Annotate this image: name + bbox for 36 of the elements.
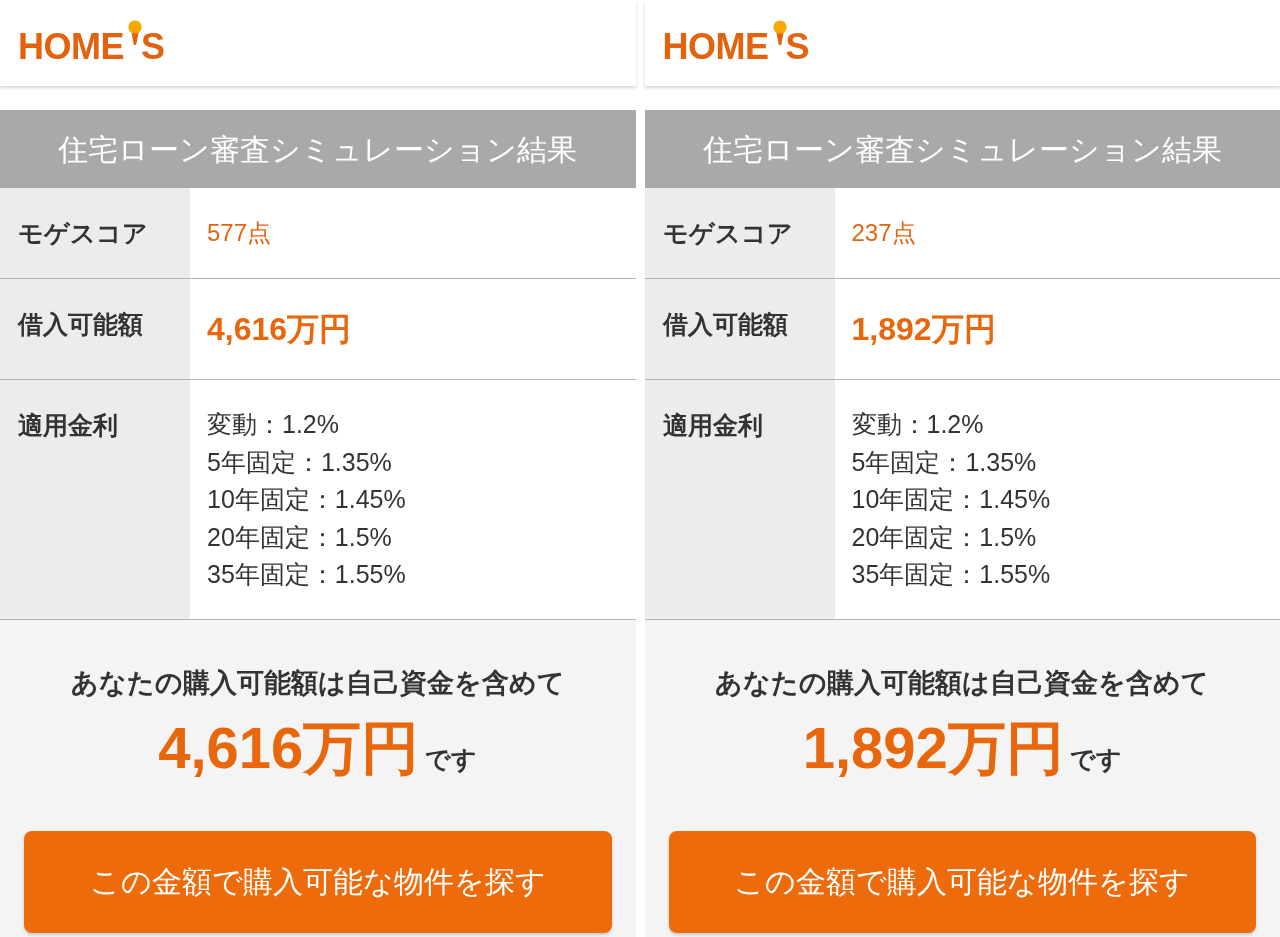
purchase-amount: 1,892万円: [802, 715, 1064, 780]
interest-rate-text: 5年固定：1.35%: [851, 447, 1037, 476]
row-label: 適用金利: [662, 411, 763, 439]
interest-rate-text: 5年固定：1.35%: [207, 447, 392, 476]
search-properties-button[interactable]: この金額で購入可能な物件を探す: [24, 830, 612, 933]
results-title-bar: 住宅ローン審査シミュレーション結果: [644, 110, 1280, 188]
logo-text: S: [785, 29, 809, 65]
score-value: 577点: [207, 218, 272, 248]
location-pin-icon: [128, 20, 142, 45]
row-label: 適用金利: [18, 411, 118, 439]
interest-rate-text: 変動：1.2%: [851, 410, 984, 438]
row-label: 借入可能額: [18, 310, 143, 338]
interest-rate-text: 変動：1.2%: [207, 410, 339, 438]
score-value: 237点: [851, 218, 916, 248]
logo-text: HOME: [662, 29, 769, 65]
summary-text: あなたの購入可能額は自己資金を含めて: [715, 667, 1210, 698]
logo-text: S: [141, 29, 165, 65]
interest-rate-text: 35年固定：1.55%: [851, 560, 1051, 588]
location-pin-icon: [772, 20, 787, 45]
loan-amount-value: 1,892万円: [851, 310, 996, 349]
interest-rate-text: 20年固定：1.5%: [207, 522, 392, 551]
interest-rate-text: 10年固定：1.45%: [851, 485, 1051, 513]
amount-suffix: です: [425, 743, 478, 775]
search-properties-button[interactable]: この金額で購入可能な物件を探す: [668, 830, 1256, 933]
logo-text: HOME: [18, 29, 124, 65]
interest-rate-text: 10年固定：1.45%: [207, 485, 406, 513]
interest-rate-text: 35年固定：1.55%: [207, 560, 406, 588]
row-label: 借入可能額: [662, 310, 788, 338]
row-label: モゲスコア: [662, 219, 793, 247]
results-title-bar: 住宅ローン審査シミュレーション結果: [0, 110, 636, 188]
purchase-amount: 4,616万円: [158, 715, 420, 780]
summary-text: あなたの購入可能額は自己資金を含めて: [70, 667, 565, 698]
amount-suffix: です: [1069, 743, 1122, 775]
row-label: モゲスコア: [18, 219, 148, 247]
interest-rate-text: 20年固定：1.5%: [851, 522, 1037, 551]
loan-amount-value: 4,616万円: [207, 310, 352, 349]
